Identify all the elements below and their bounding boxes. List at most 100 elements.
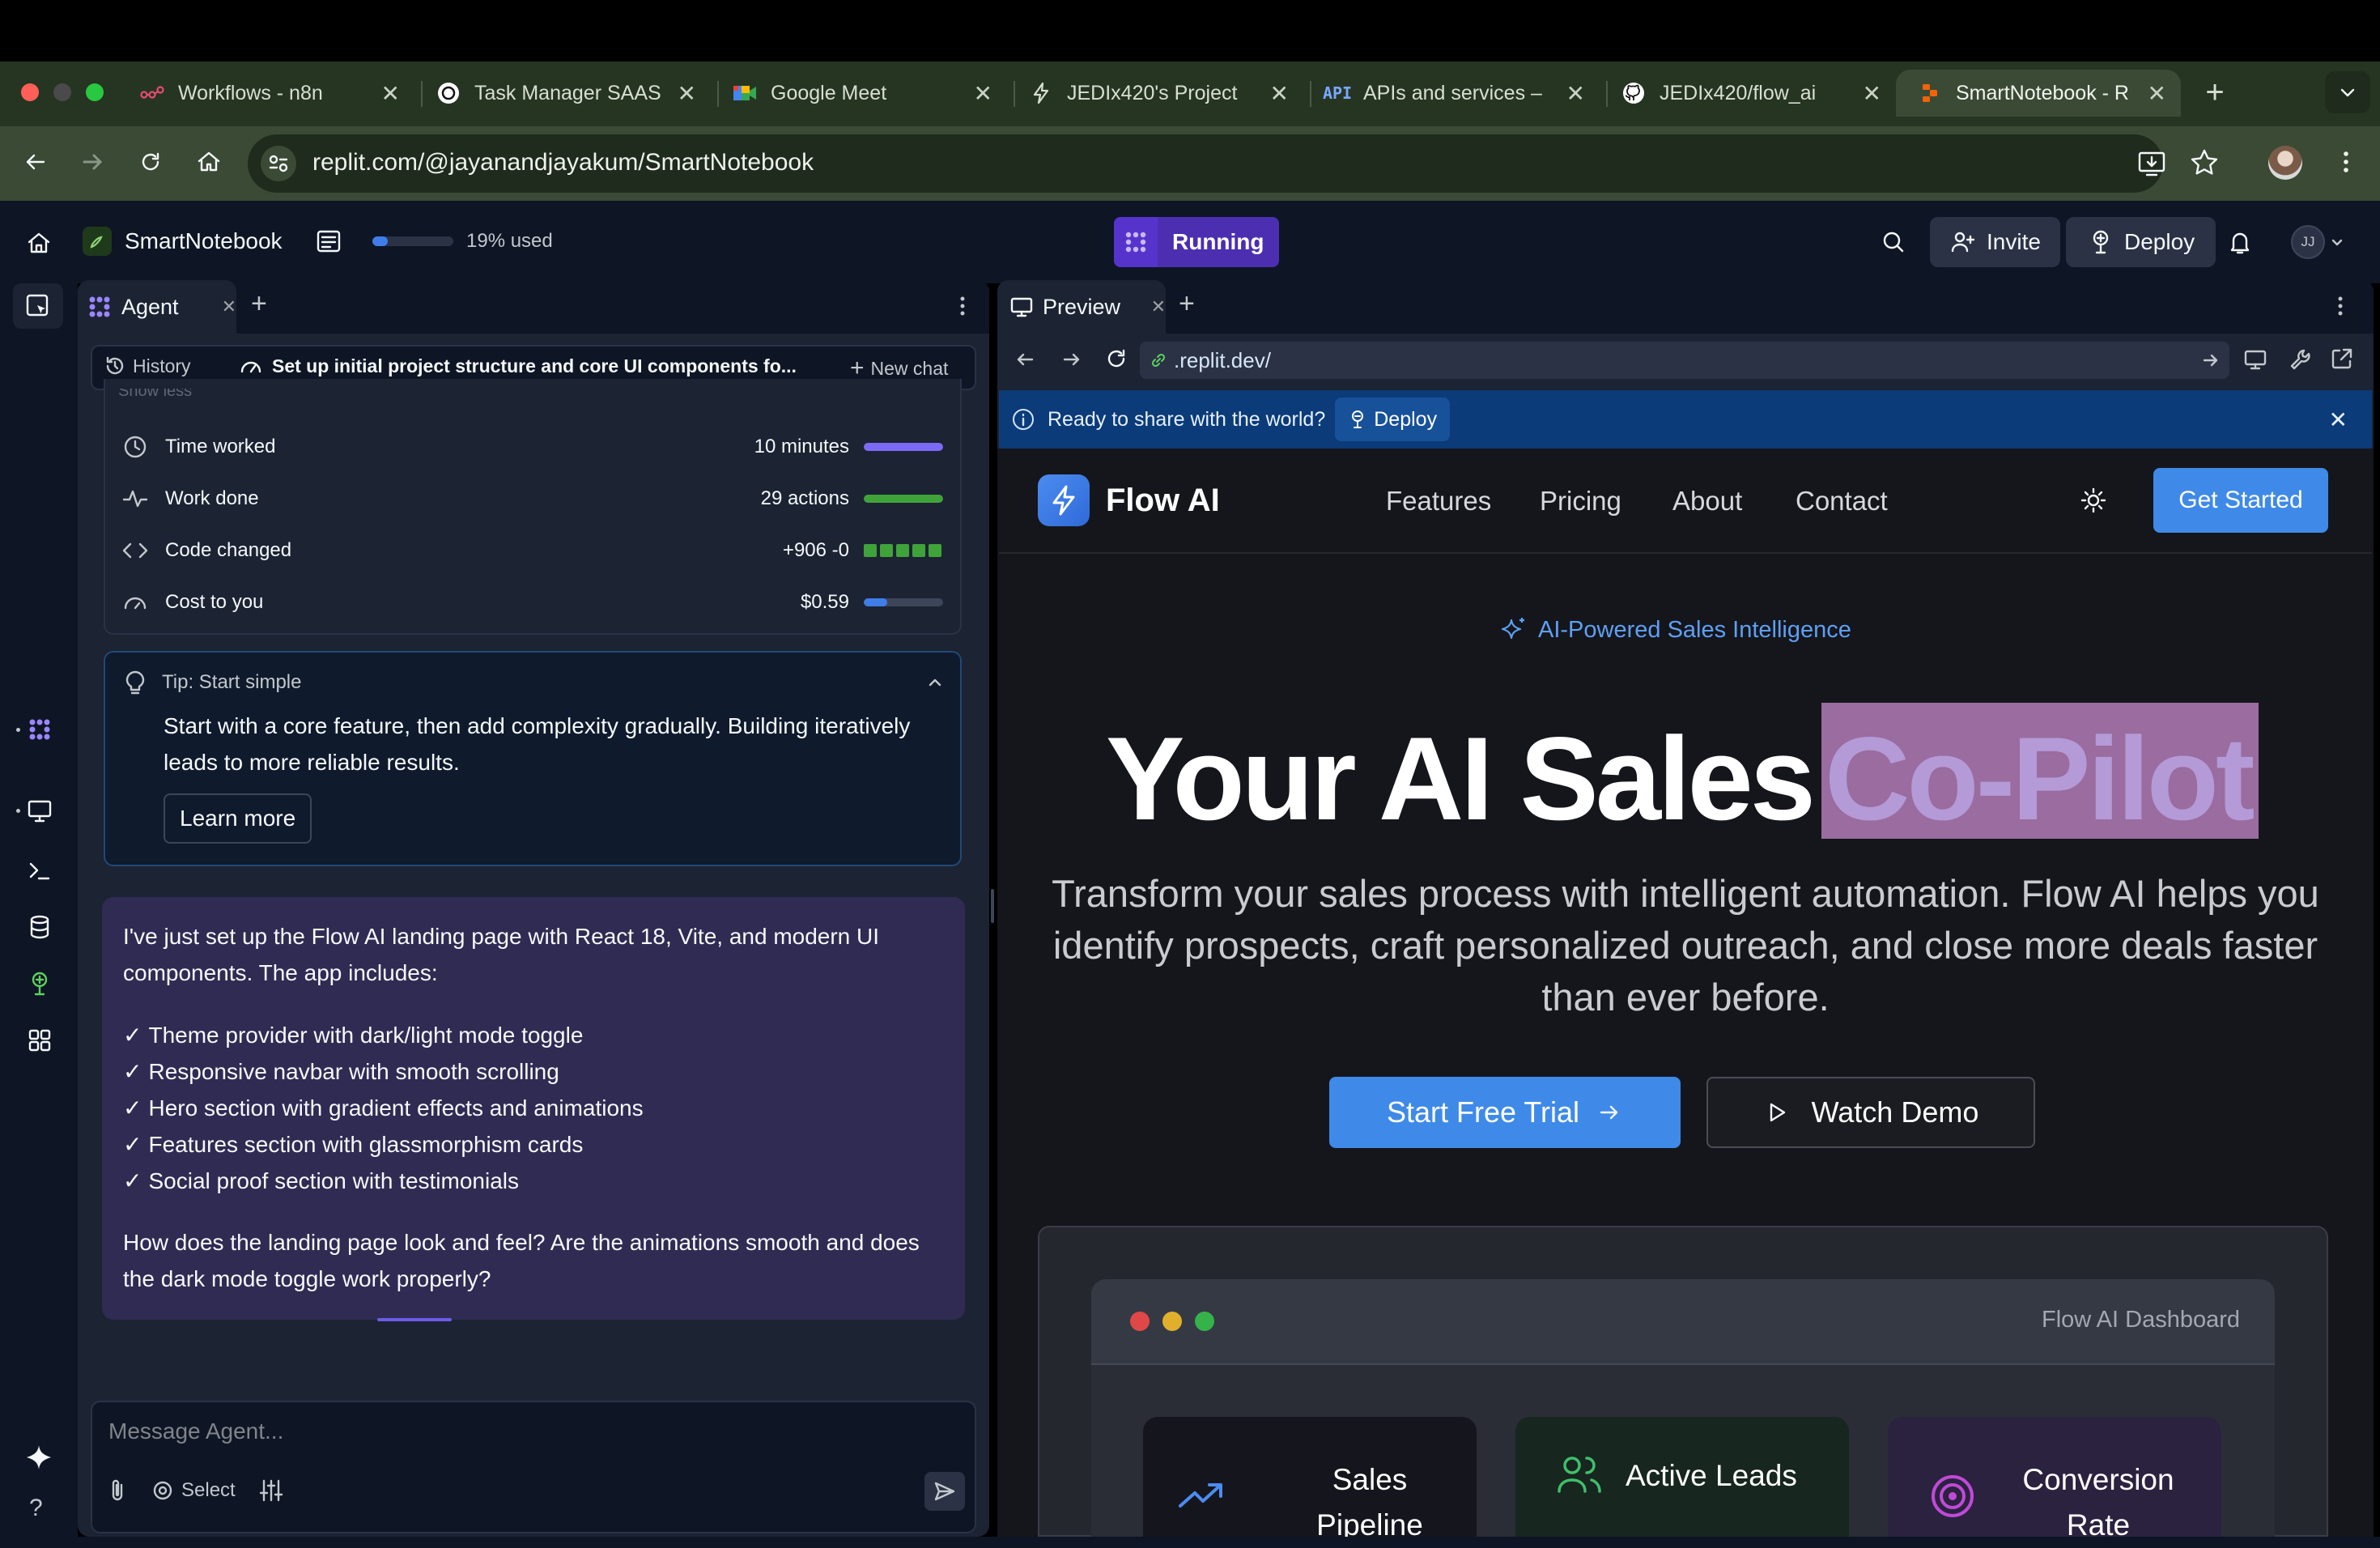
learn-more-button[interactable]: Learn more	[164, 793, 312, 844]
new-tab-button[interactable]: +	[2197, 74, 2233, 110]
rail-deployments-button[interactable]	[26, 970, 53, 997]
close-tab-icon[interactable]: ✕	[1863, 80, 1881, 107]
dot-red	[1130, 1312, 1150, 1331]
browser-tab-n8n[interactable]: Workflows - n8n ✕	[118, 70, 414, 117]
help-icon[interactable]: ?	[29, 1495, 43, 1522]
history-button[interactable]: History	[104, 355, 191, 377]
search-button[interactable]	[1880, 228, 1907, 256]
nav-link-features[interactable]: Features	[1386, 486, 1491, 517]
notifications-button[interactable]	[2226, 228, 2254, 256]
search-icon	[1883, 232, 1904, 253]
github-icon	[1621, 80, 1647, 106]
attach-button[interactable]	[105, 1477, 130, 1504]
code-icon	[122, 542, 148, 559]
rail-preview-button[interactable]	[26, 797, 53, 824]
device-toggle-button[interactable]	[2242, 347, 2268, 372]
banner-deploy-button[interactable]: Deploy	[1335, 398, 1451, 441]
more-vertical-icon	[2344, 151, 2348, 172]
rail-shell-button[interactable]	[26, 857, 53, 884]
close-tab-icon[interactable]: ✕	[381, 80, 400, 107]
tab-search-button[interactable]	[2325, 71, 2370, 113]
close-tab-icon[interactable]: ✕	[1566, 80, 1585, 107]
close-tab-icon[interactable]: ✕	[974, 80, 992, 107]
deploy-button[interactable]: Deploy	[2066, 217, 2216, 267]
home-nav-button[interactable]	[24, 228, 53, 257]
nav-link-about[interactable]: About	[1672, 486, 1742, 517]
close-icon[interactable]: ✕	[1151, 296, 1166, 317]
invite-button[interactable]: Invite	[1930, 217, 2060, 267]
watch-demo-button[interactable]: Watch Demo	[1706, 1077, 2035, 1148]
browser-tab-task-manager[interactable]: Task Manager SAAS ✕	[414, 70, 711, 117]
project-switcher[interactable]: SmartNotebook	[83, 227, 283, 256]
minimize-window-button[interactable]	[53, 83, 71, 101]
rail-agent-button[interactable]	[26, 716, 53, 743]
close-tab-icon[interactable]: ✕	[678, 80, 696, 107]
browser-tab-google-meet[interactable]: Google Meet ✕	[711, 70, 1007, 117]
forward-button[interactable]	[78, 147, 107, 176]
replit-agent-icon	[1114, 217, 1158, 267]
browser-tab-github[interactable]: JEDIx420/flow_ai ✕	[1600, 70, 1896, 117]
star-icon	[2191, 149, 2218, 175]
back-button[interactable]	[21, 147, 50, 176]
close-icon[interactable]: ✕	[222, 296, 236, 317]
select-element-button[interactable]: Select	[151, 1478, 236, 1503]
close-tab-icon[interactable]: ✕	[1270, 80, 1289, 107]
rail-apps-button[interactable]	[26, 1027, 53, 1054]
project-info-button[interactable]	[314, 227, 343, 256]
wrench-icon	[2290, 349, 2310, 370]
reload-button[interactable]	[136, 147, 165, 176]
new-chat-button[interactable]: + New chat	[850, 355, 948, 382]
nav-link-contact[interactable]: Contact	[1796, 486, 1888, 517]
close-window-button[interactable]	[21, 83, 39, 101]
add-tab-button[interactable]: +	[251, 288, 267, 320]
arrow-right-icon	[83, 154, 103, 170]
preview-reload-button[interactable]	[1103, 345, 1130, 372]
resize-handle[interactable]	[991, 889, 994, 923]
arrow-left-icon	[26, 154, 45, 170]
scroll-indicator[interactable]	[377, 1318, 452, 1321]
tip-header[interactable]: Tip: Start simple	[121, 669, 946, 696]
chat-title[interactable]: Set up initial project structure and cor…	[238, 355, 837, 377]
message-input[interactable]: Message Agent...	[108, 1418, 283, 1444]
profile-avatar[interactable]	[2268, 146, 2302, 180]
account-menu[interactable]: JJ	[2291, 225, 2346, 259]
close-tab-icon[interactable]: ✕	[2148, 80, 2166, 107]
rail-ai-button[interactable]	[24, 1443, 53, 1472]
files-toggle[interactable]	[13, 283, 63, 329]
preview-url-field[interactable]: .replit.dev/	[1140, 342, 2229, 379]
settings-sliders-button[interactable]	[257, 1477, 285, 1504]
browser-tab-apis[interactable]: API APIs and services – ✕	[1303, 70, 1600, 117]
install-app-button[interactable]	[2137, 149, 2168, 178]
send-button[interactable]	[924, 1472, 965, 1511]
open-new-tab-button[interactable]	[2328, 345, 2356, 372]
home-button[interactable]	[194, 147, 223, 176]
send-icon	[934, 1482, 955, 1501]
start-free-trial-button[interactable]: Start Free Trial	[1329, 1077, 1681, 1148]
tab-preview[interactable]: Preview ✕	[997, 280, 1166, 334]
nav-link-pricing[interactable]: Pricing	[1540, 486, 1621, 517]
site-info-button[interactable]	[261, 146, 296, 181]
bookmark-button[interactable]	[2189, 147, 2220, 178]
browser-tab-smartnotebook[interactable]: SmartNotebook - R ✕	[1896, 70, 2181, 117]
sparkle-icon	[27, 1445, 51, 1469]
theme-toggle-button[interactable]	[2079, 486, 2108, 515]
bell-icon	[2230, 232, 2250, 254]
panel-menu-button[interactable]	[952, 291, 973, 321]
browser-tab-jedix-project[interactable]: JEDIx420's Project ✕	[1007, 70, 1303, 117]
url-text[interactable]: replit.com/@jayanandjayakum/SmartNoteboo…	[312, 149, 814, 176]
rail-database-button[interactable]	[26, 913, 53, 941]
close-banner-icon[interactable]: ✕	[2329, 406, 2348, 433]
add-tab-button[interactable]: +	[1179, 288, 1195, 320]
browser-menu-button[interactable]	[2331, 147, 2361, 176]
zoom-window-button[interactable]	[86, 83, 104, 101]
tab-agent[interactable]: Agent ✕	[78, 280, 236, 334]
preview-back-button[interactable]	[1012, 347, 1038, 372]
panel-menu-button[interactable]	[2330, 291, 2351, 321]
get-started-button[interactable]: Get Started	[2153, 468, 2328, 533]
show-less-link[interactable]: Show less	[118, 389, 192, 403]
site-logo[interactable]: Flow AI	[1038, 474, 1220, 526]
preview-forward-button[interactable]	[1059, 347, 1085, 372]
devtools-button[interactable]	[2288, 347, 2314, 372]
new-chat-label: New chat	[870, 357, 949, 379]
run-button[interactable]: Running	[1114, 217, 1279, 267]
